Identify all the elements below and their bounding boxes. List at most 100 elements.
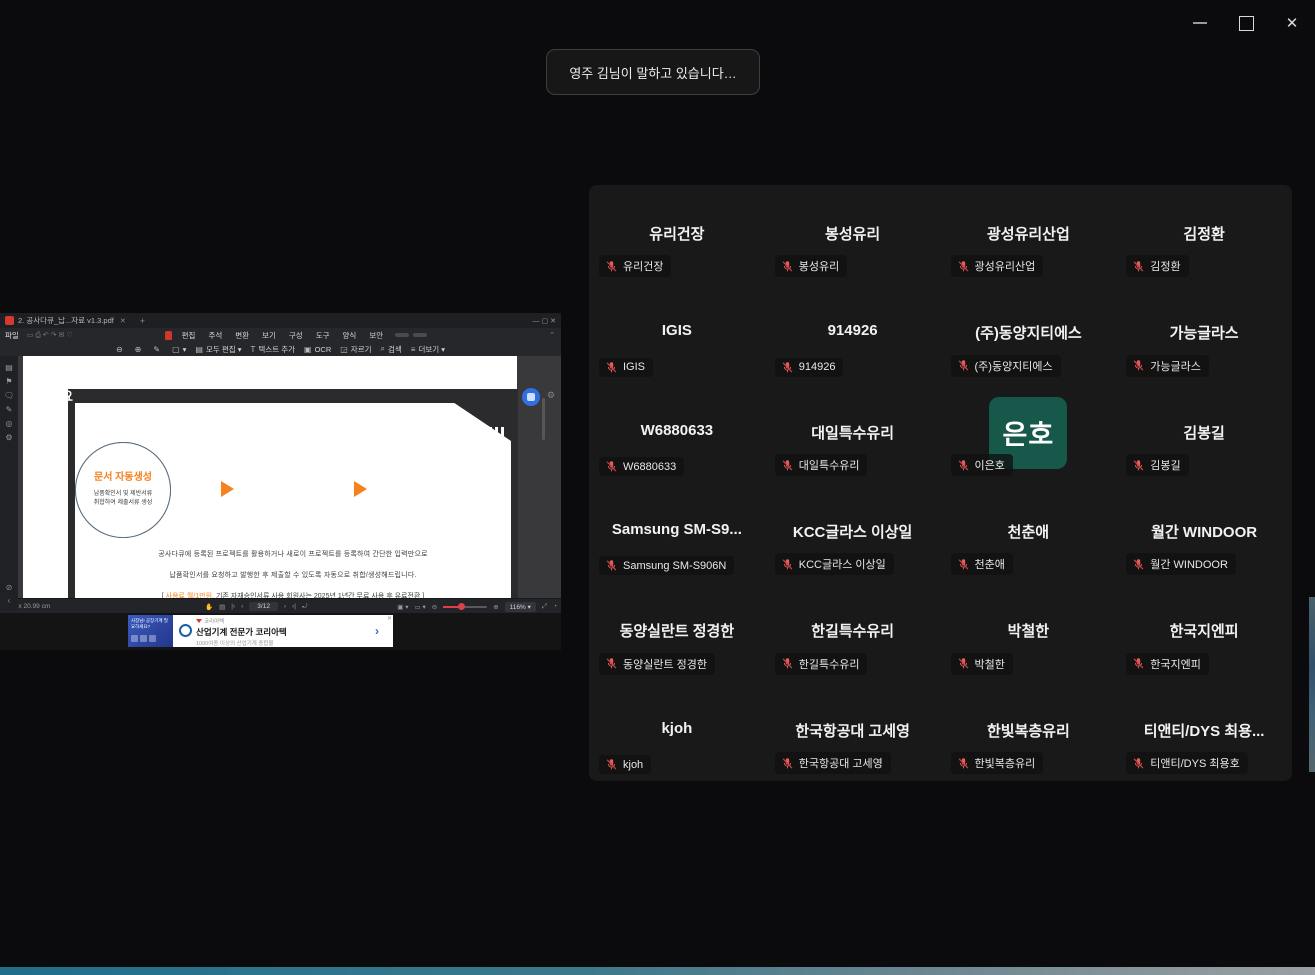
gear-icon[interactable]: ⚙ — [547, 390, 555, 401]
last-page-button[interactable]: ›| — [292, 603, 296, 610]
pdf-sidebar-icon[interactable]: ⚑ — [0, 374, 18, 388]
pdf-scrollbar-thumb[interactable] — [542, 398, 545, 440]
zoom-in-button[interactable]: ⊕ — [493, 603, 498, 611]
pdf-new-tab-button[interactable]: + — [140, 316, 145, 326]
maximize-button[interactable] — [1223, 0, 1269, 46]
pdf-sidebar-icon[interactable]: 🗨 — [0, 388, 18, 402]
pdf-tool-button[interactable]: ≡ 더보기 ▾ — [411, 344, 445, 355]
participant-tile[interactable]: 한국항공대 고세영 한국항공대 고세영 — [765, 682, 941, 781]
participant-tile[interactable]: 박철한 박철한 — [941, 582, 1117, 681]
pdf-menu-item[interactable]: 보기 — [262, 330, 276, 341]
pdf-sidebar-bottom-icon[interactable]: ⊘ — [6, 583, 13, 592]
pdf-toolbar: ⊖ ⊕ ✎ ▢ ▾ ▤ — [0, 342, 561, 357]
pdf-sidebar-icon[interactable]: ◎ — [0, 416, 18, 430]
participant-tile[interactable]: (주)동양지티에스 (주)동양지티에스 — [941, 284, 1117, 383]
pdf-sidebar-icon[interactable]: ⚙ — [0, 430, 18, 444]
zoom-slider-knob[interactable] — [458, 603, 465, 610]
pdf-tool-button[interactable]: ⊖ — [116, 345, 126, 354]
participant-tile[interactable]: IGIS IGIS — [589, 284, 765, 383]
pdf-menu-file[interactable]: 파일 — [5, 330, 19, 341]
participant-tile[interactable]: 봉성유리 봉성유리 — [765, 185, 941, 284]
participant-tile[interactable]: Samsung SM-S9... Samsung SM-S906N — [589, 483, 765, 582]
pdf-tool-button[interactable]: ◲ 자르기 — [340, 344, 371, 355]
active-speaker-toast: 영주 김님이 말하고 있습니다… — [546, 49, 760, 95]
slide-title: 개요 — [48, 386, 74, 405]
pdf-menu-item[interactable]: 양식 — [343, 330, 357, 341]
zoom-level-box[interactable]: 116% ▾ — [505, 602, 536, 612]
pdf-collapse-icon[interactable]: ⌃ — [549, 331, 555, 339]
select-tool-icon[interactable]: ▤ — [219, 603, 225, 611]
page-number-box[interactable]: 3/12 — [249, 602, 278, 611]
pdf-window-buttons[interactable]: — ▢ ✕ — [533, 317, 561, 325]
mic-off-icon — [957, 260, 970, 273]
participant-tile[interactable]: 한국지엔피 한국지엔피 — [1116, 582, 1292, 681]
participant-tile[interactable]: 914926 914926 — [765, 284, 941, 383]
pdf-tool-button[interactable]: T 텍스트 추가 — [251, 344, 295, 355]
participant-tile[interactable]: kjoh kjoh — [589, 682, 765, 781]
participant-tile[interactable]: 가능글라스 가능글라스 — [1116, 284, 1292, 383]
zoom-out-button[interactable]: ⊖ — [432, 603, 437, 611]
pdf-menu-item[interactable]: 구성 — [289, 330, 303, 341]
participant-name: 한빛복층유리 — [941, 720, 1117, 741]
pdf-tool-label: 모두 편집 ▾ — [206, 344, 242, 355]
pdf-tool-button[interactable]: ▣ OCR — [304, 345, 331, 354]
participant-name: 가능글라스 — [1116, 322, 1292, 343]
participant-label: 봉성유리 — [799, 258, 839, 274]
participant-label: 대일특수유리 — [799, 457, 860, 473]
participant-tile[interactable]: 티앤티/DYS 최용... 티앤티/DYS 최용호 — [1116, 682, 1292, 781]
fit-width-icon[interactable]: ▭ ▾ — [415, 603, 426, 611]
ad-banner[interactable]: 사장님! 공장기계 필요하세요? 코리아텍 산업기계 전문가 코리아텍 1000… — [128, 615, 393, 647]
pdf-app-icon — [5, 316, 14, 325]
pdf-tool-button[interactable]: ⊕ — [135, 345, 145, 354]
participant-tile[interactable]: 은호 이은호 — [941, 384, 1117, 483]
participant-tile[interactable]: 동양실란트 정경한 동양실란트 정경한 — [589, 582, 765, 681]
participant-tile[interactable]: 대일특수유리 대일특수유리 — [765, 384, 941, 483]
pdf-tool-button[interactable]: ▢ ▾ — [172, 345, 186, 354]
pdf-tool-button[interactable]: ✎ — [153, 345, 163, 354]
mic-off-icon — [781, 361, 794, 374]
participant-label: 가능글라스 — [1150, 358, 1201, 374]
participant-tile[interactable]: KCC글라스 이상일 KCC글라스 이상일 — [765, 483, 941, 582]
participant-tile[interactable]: 천춘애 천춘애 — [941, 483, 1117, 582]
participant-tile[interactable]: W6880633 W6880633 — [589, 384, 765, 483]
rotate-icon[interactable]: ⤾ — [302, 603, 307, 611]
ad-next-button[interactable]: › — [375, 624, 379, 638]
ad-close-icon[interactable]: ✕ — [387, 615, 392, 622]
pdf-sidebar-icon[interactable]: ✎ — [0, 402, 18, 416]
pdf-menu-item[interactable]: 주석 — [208, 330, 222, 341]
pdf-tool-button[interactable]: ⌕ 검색 — [381, 344, 402, 355]
pdf-sidebar-icon[interactable]: ▤ — [0, 360, 18, 374]
floating-widget-button[interactable] — [522, 388, 540, 406]
pdf-menu-item[interactable]: 편집 — [182, 330, 196, 341]
pdf-dim-items — [395, 333, 427, 337]
pdf-tab-title[interactable]: 2. 공사다큐_납...자료 v1.3.pdf — [18, 315, 114, 326]
pdf-tab-close-icon[interactable]: ✕ — [120, 317, 126, 325]
pdf-menu-item[interactable]: 변환 — [235, 330, 249, 341]
participant-tile[interactable]: 한길특수유리 한길특수유리 — [765, 582, 941, 681]
minimize-button[interactable] — [1177, 0, 1223, 46]
participant-tile[interactable]: 한빛복층유리 한빛복층유리 — [941, 682, 1117, 781]
active-speaker-text: 영주 김님이 말하고 있습니다… — [569, 63, 736, 82]
participant-tile[interactable]: 김봉길 김봉길 — [1116, 384, 1292, 483]
participant-tile[interactable]: 유리건장 유리건장 — [589, 185, 765, 284]
pdf-sidebar-bottom-icon[interactable]: ‹ — [8, 596, 11, 605]
first-page-button[interactable]: |‹ — [231, 603, 235, 610]
page-navigation: ✋ ▤ |‹ ‹ 3/12 › ›| ⤾ — [205, 602, 307, 611]
close-button[interactable]: ✕ — [1269, 0, 1315, 46]
fullscreen-icon[interactable]: ⤢ — [542, 603, 547, 611]
prev-page-button[interactable]: ‹ — [241, 603, 243, 610]
participant-tile[interactable]: 월간 WINDOOR 월간 WINDOOR — [1116, 483, 1292, 582]
slide-text-line: 납품확인서를 요청하고 발행한 후 제출할 수 있도록 자동으로 취합/생성해드… — [75, 570, 511, 580]
fit-page-icon[interactable]: ▣ ▾ — [397, 603, 408, 611]
pdf-quick-actions[interactable]: ▭ ⎙ ↶ ↷ ✉ ♡ — [27, 331, 73, 340]
zoom-slider[interactable] — [443, 606, 487, 608]
pdf-menu-item[interactable]: 도구 — [316, 330, 330, 341]
hand-tool-icon[interactable]: ✋ — [205, 603, 213, 611]
pdf-menu-item[interactable]: 보안 — [369, 330, 383, 341]
participant-tile[interactable]: 광성유리산업 광성유리산업 — [941, 185, 1117, 284]
participant-tile[interactable]: 김정환 김정환 — [1116, 185, 1292, 284]
pdf-tool-button[interactable]: ▤ 모두 편집 ▾ — [195, 344, 241, 355]
next-page-button[interactable]: › — [284, 603, 286, 610]
view-mode-icon[interactable]: ◔ — [553, 603, 557, 610]
participant-label-pill: 한국지엔피 — [1126, 653, 1209, 675]
